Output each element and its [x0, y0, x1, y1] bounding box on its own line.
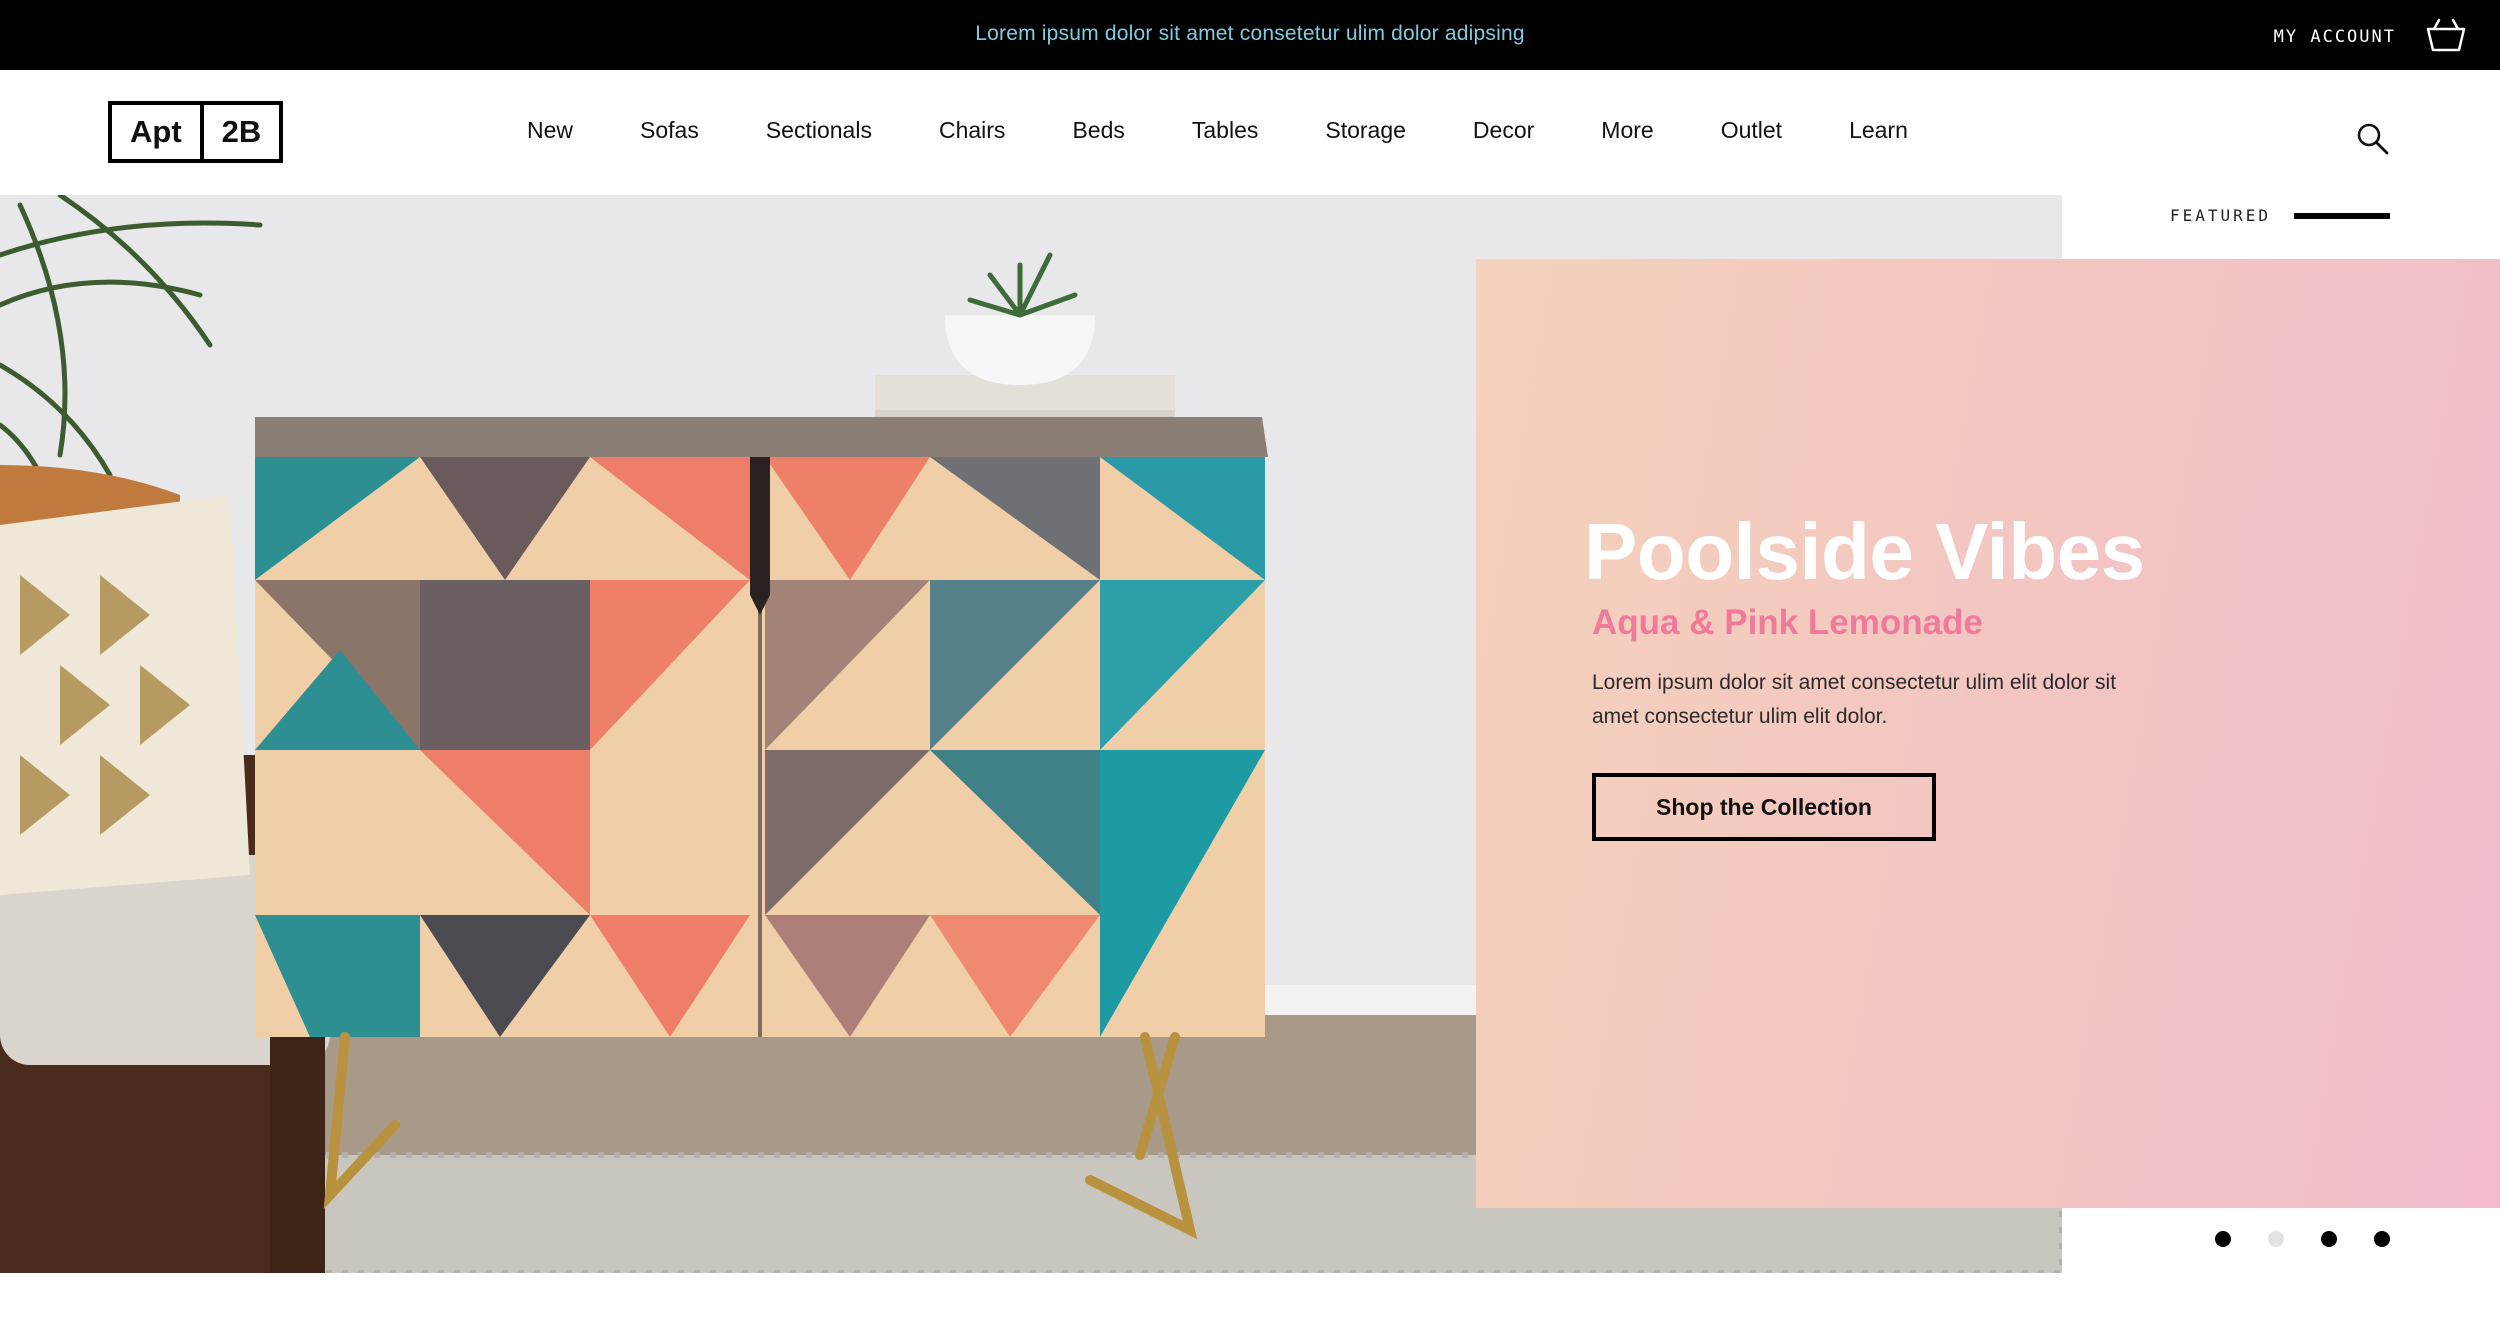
nav-item-sectionals[interactable]: Sectionals	[766, 117, 872, 144]
nav-item-decor[interactable]: Decor	[1473, 117, 1534, 144]
featured-underline	[2294, 213, 2390, 219]
promo-title: Poolside Vibes	[1584, 507, 2145, 596]
nav-item-storage[interactable]: Storage	[1325, 117, 1406, 144]
announcement-text: Lorem ipsum dolor sit amet consetetur ul…	[975, 22, 1525, 45]
featured-label: FEATURED	[2170, 206, 2272, 225]
promo-subtitle: Aqua & Pink Lemonade	[1592, 603, 1983, 642]
shop-collection-button[interactable]: Shop the Collection	[1592, 773, 1936, 841]
logo[interactable]: Apt 2B	[108, 101, 284, 163]
basket-icon[interactable]	[2426, 16, 2466, 54]
nav-item-beds[interactable]: Beds	[1072, 117, 1124, 144]
promo-body: Lorem ipsum dolor sit amet consectetur u…	[1592, 671, 2117, 728]
announcement-bar: Lorem ipsum dolor sit amet consetetur ul…	[0, 0, 2500, 70]
main-nav: Apt 2B New Sofas Sectionals Chairs Beds …	[0, 70, 2500, 195]
nav-item-tables[interactable]: Tables	[1192, 117, 1258, 144]
nav-item-chairs[interactable]: Chairs	[939, 117, 1005, 144]
nav-menu: New Sofas Sectionals Chairs Beds Tables …	[527, 117, 1908, 144]
logo-part-apt: Apt	[130, 114, 182, 149]
carousel-dots	[2215, 1231, 2390, 1247]
nav-item-new[interactable]: New	[527, 117, 573, 144]
nav-item-learn[interactable]: Learn	[1849, 117, 1908, 144]
carousel-dot[interactable]	[2321, 1231, 2337, 1247]
nav-item-more[interactable]: More	[1601, 117, 1653, 144]
nav-item-outlet[interactable]: Outlet	[1721, 117, 1782, 144]
my-account-link[interactable]: MY ACCOUNT	[2274, 27, 2396, 47]
nav-item-sofas[interactable]: Sofas	[640, 117, 699, 144]
carousel-dot-active[interactable]	[2268, 1231, 2284, 1247]
carousel-dot[interactable]	[2374, 1231, 2390, 1247]
promo-panel: Poolside Vibes Aqua & Pink Lemonade Lore…	[1476, 259, 2500, 1208]
search-icon[interactable]	[2356, 122, 2390, 156]
carousel-dot[interactable]	[2215, 1231, 2231, 1247]
logo-part-2b: 2B	[199, 105, 280, 159]
